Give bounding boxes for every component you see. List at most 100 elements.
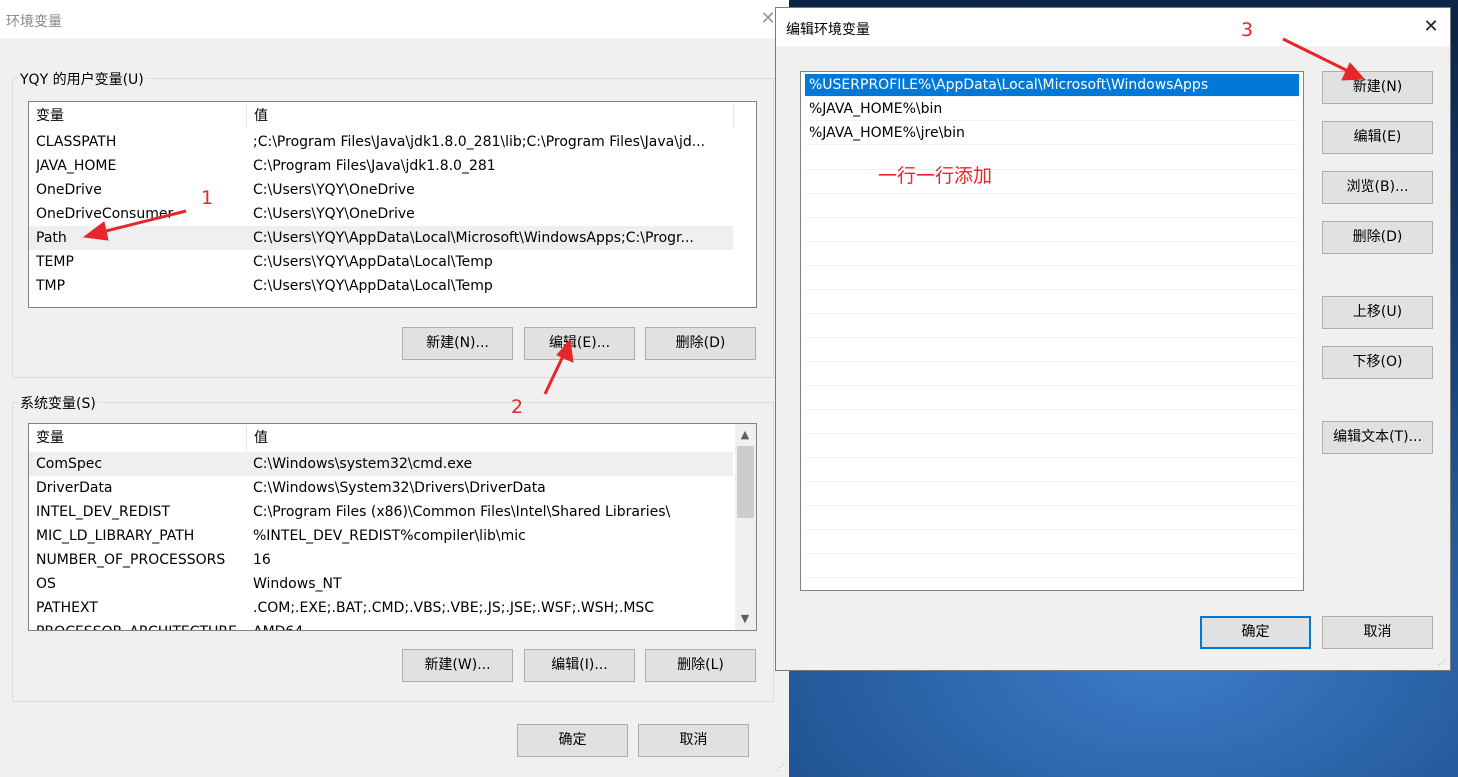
variable-name: MIC_LD_LIBRARY_PATH <box>36 528 195 544</box>
table-row[interactable]: OneDrive C:\Users\YQY\OneDrive <box>29 178 733 202</box>
column-divider[interactable] <box>733 104 734 128</box>
variable-value: 16 <box>253 552 271 568</box>
table-row[interactable]: Path C:\Users\YQY\AppData\Local\Microsof… <box>29 226 733 250</box>
table-row[interactable]: PROCESSOR_ARCHITECTURE AMD64 <box>29 620 733 630</box>
table-row[interactable]: OneDriveConsumer C:\Users\YQY\OneDrive <box>29 202 733 226</box>
variable-value: C:\Users\YQY\OneDrive <box>253 206 415 222</box>
variable-name: ComSpec <box>36 456 103 472</box>
table-row[interactable]: NUMBER_OF_PROCESSORS 16 <box>29 548 733 572</box>
list-row-divider <box>805 385 1299 386</box>
list-row-divider <box>805 193 1299 194</box>
system-edit-button[interactable]: 编辑(I)... <box>524 649 635 682</box>
variable-value: C:\Program Files (x86)\Common Files\Inte… <box>253 504 671 520</box>
annotation-number-2: 2 <box>511 396 524 418</box>
variable-value: C:\Users\YQY\OneDrive <box>253 182 415 198</box>
dialog-title: 环境变量 <box>6 14 62 30</box>
user-variables-label: YQY 的用户变量(U) <box>18 69 146 89</box>
scrollbar-thumb[interactable] <box>737 446 754 518</box>
annotation-number-1: 1 <box>201 187 214 209</box>
environment-variables-dialog: 环境变量 ✕ YQY 的用户变量(U) 变量 值 CLASSPATH ;C:\P… <box>0 0 789 777</box>
user-edit-button[interactable]: 编辑(E)... <box>524 327 635 360</box>
list-row-divider <box>805 265 1299 266</box>
table-row[interactable]: JAVA_HOME C:\Program Files\Java\jdk1.8.0… <box>29 154 733 178</box>
list-row-divider <box>805 241 1299 242</box>
list-row-divider <box>805 337 1299 338</box>
variable-value: Windows_NT <box>253 576 342 592</box>
table-row[interactable]: TEMP C:\Users\YQY\AppData\Local\Temp <box>29 250 733 274</box>
edit-text-button[interactable]: 编辑文本(T)... <box>1322 421 1433 454</box>
variable-value: C:\Users\YQY\AppData\Local\Temp <box>253 278 493 294</box>
column-header-variable[interactable]: 变量 <box>29 102 246 128</box>
table-row[interactable]: DriverData C:\Windows\System32\Drivers\D… <box>29 476 733 500</box>
variable-value: ;C:\Program Files\Java\jdk1.8.0_281\lib;… <box>253 134 706 150</box>
annotation-note: 一行一行添加 <box>878 165 993 187</box>
variable-value: .COM;.EXE;.BAT;.CMD;.VBS;.VBE;.JS;.JSE;.… <box>253 600 655 616</box>
vertical-scrollbar[interactable]: ▲ ▼ <box>735 424 756 630</box>
list-row-divider <box>805 289 1299 290</box>
path-entry[interactable]: %USERPROFILE%\AppData\Local\Microsoft\Wi… <box>805 74 1299 97</box>
chevron-up-icon[interactable]: ▲ <box>736 426 754 444</box>
system-delete-button[interactable]: 删除(L) <box>645 649 756 682</box>
list-row-divider <box>805 217 1299 218</box>
close-icon[interactable]: ✕ <box>1421 17 1441 37</box>
user-variables-list[interactable]: 变量 值 CLASSPATH ;C:\Program Files\Java\jd… <box>28 101 757 308</box>
table-row[interactable]: INTEL_DEV_REDIST C:\Program Files (x86)\… <box>29 500 733 524</box>
variable-name: PATHEXT <box>36 600 98 616</box>
ok-button[interactable]: 确定 <box>517 724 628 757</box>
new-entry-button[interactable]: 新建(N) <box>1322 71 1433 104</box>
variable-name: Path <box>36 230 67 246</box>
edit-entry-button[interactable]: 编辑(E) <box>1322 121 1433 154</box>
path-entries-list[interactable]: %USERPROFILE%\AppData\Local\Microsoft\Wi… <box>800 71 1304 591</box>
resize-grip-icon[interactable]: ⋰ <box>776 763 786 773</box>
variable-value: AMD64 <box>253 620 731 630</box>
column-header-value[interactable]: 值 <box>247 102 733 128</box>
annotation-number-3: 3 <box>1241 19 1254 41</box>
variable-name: NUMBER_OF_PROCESSORS <box>36 552 226 568</box>
list-row-divider <box>805 409 1299 410</box>
column-header-variable[interactable]: 变量 <box>29 424 246 450</box>
system-new-button[interactable]: 新建(W)... <box>402 649 513 682</box>
list-header: 变量 值 <box>29 424 756 450</box>
variable-value: %INTEL_DEV_REDIST%compiler\lib\mic <box>253 528 526 544</box>
column-header-value[interactable]: 值 <box>247 424 733 450</box>
list-row-divider <box>805 481 1299 482</box>
list-row-divider <box>805 505 1299 506</box>
user-delete-button[interactable]: 删除(D) <box>645 327 756 360</box>
table-row[interactable]: ComSpec C:\Windows\system32\cmd.exe <box>29 452 733 476</box>
title-bar: 环境变量 <box>0 0 789 38</box>
variable-name: CLASSPATH <box>36 134 117 150</box>
list-row-divider <box>805 529 1299 530</box>
table-row[interactable]: PATHEXT .COM;.EXE;.BAT;.CMD;.VBS;.VBE;.J… <box>29 596 733 620</box>
variable-name: INTEL_DEV_REDIST <box>36 504 170 520</box>
variable-name: DriverData <box>36 480 113 496</box>
path-entry[interactable]: %JAVA_HOME%\jre\bin <box>805 122 1299 145</box>
variable-name: PROCESSOR_ARCHITECTURE <box>36 620 241 630</box>
table-row[interactable]: TMP C:\Users\YQY\AppData\Local\Temp <box>29 274 733 298</box>
table-row[interactable]: MIC_LD_LIBRARY_PATH %INTEL_DEV_REDIST%co… <box>29 524 733 548</box>
list-row-divider <box>805 577 1299 578</box>
delete-entry-button[interactable]: 删除(D) <box>1322 221 1433 254</box>
table-row[interactable]: CLASSPATH ;C:\Program Files\Java\jdk1.8.… <box>29 130 733 154</box>
move-down-button[interactable]: 下移(O) <box>1322 346 1433 379</box>
system-variables-list[interactable]: 变量 值 ComSpec C:\Windows\system32\cmd.exe… <box>28 423 757 631</box>
edit-environment-variable-dialog: 编辑环境变量 ✕ %USERPROFILE%\AppData\Local\Mic… <box>775 7 1451 671</box>
list-header: 变量 值 <box>29 102 756 128</box>
list-row-divider <box>805 361 1299 362</box>
variable-value: C:\Users\YQY\AppData\Local\Microsoft\Win… <box>253 230 694 246</box>
variable-value: C:\Program Files\Java\jdk1.8.0_281 <box>253 158 496 174</box>
table-row[interactable]: OS Windows_NT <box>29 572 733 596</box>
dialog-title: 编辑环境变量 <box>786 22 870 38</box>
cancel-button[interactable]: 取消 <box>1322 616 1433 649</box>
ok-button[interactable]: 确定 <box>1200 616 1311 649</box>
list-row-divider <box>805 433 1299 434</box>
variable-value: C:\Users\YQY\AppData\Local\Temp <box>253 254 493 270</box>
cancel-button[interactable]: 取消 <box>638 724 749 757</box>
move-up-button[interactable]: 上移(U) <box>1322 296 1433 329</box>
resize-grip-icon[interactable]: ⋰ <box>1438 658 1448 668</box>
chevron-down-icon[interactable]: ▼ <box>736 610 754 628</box>
path-entry[interactable]: %JAVA_HOME%\bin <box>805 98 1299 121</box>
system-variables-label: 系统变量(S) <box>18 393 98 413</box>
list-row-divider <box>805 553 1299 554</box>
browse-button[interactable]: 浏览(B)... <box>1322 171 1433 204</box>
user-new-button[interactable]: 新建(N)... <box>402 327 513 360</box>
